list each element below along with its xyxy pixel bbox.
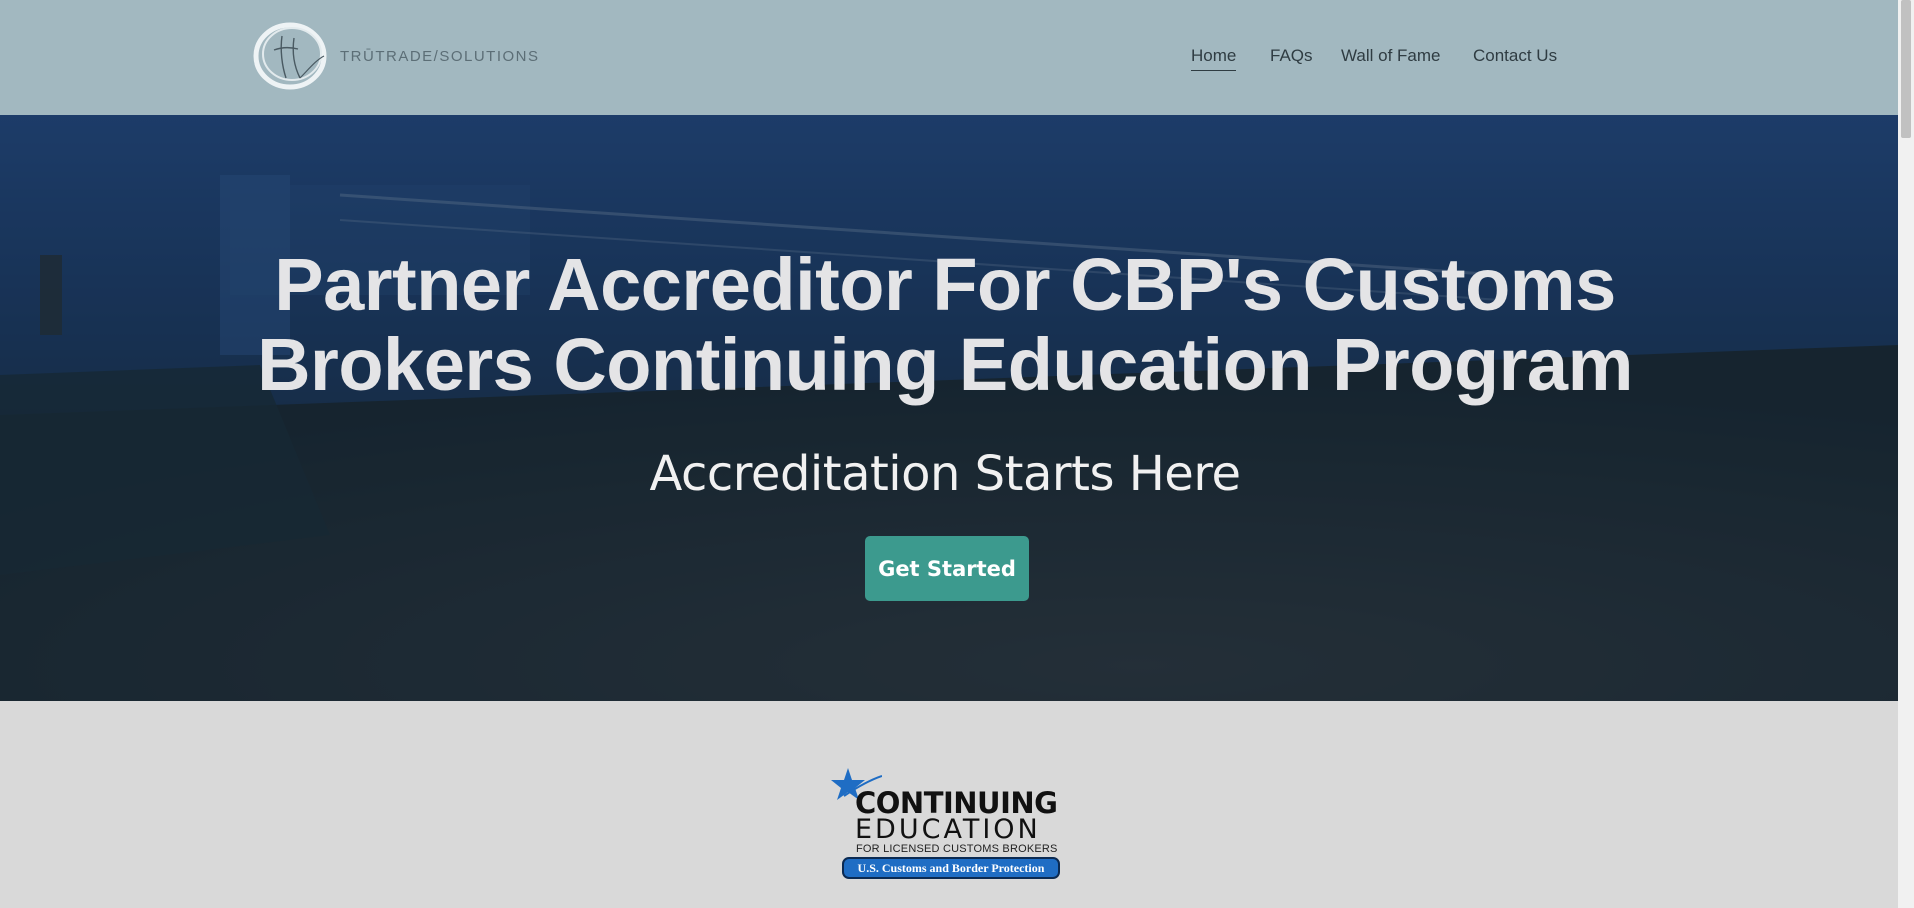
scrollbar-thumb[interactable] [1901, 0, 1911, 138]
nav-home[interactable]: Home [1191, 46, 1237, 71]
hero-title: Partner Accreditor For CBP's Customs Bro… [257, 243, 1633, 406]
get-started-button[interactable]: Get Started [865, 536, 1029, 601]
site-header: TRŪTRADE/SOLUTIONS Home FAQs Wall of Fam… [0, 0, 1898, 115]
hero-subtitle: Accreditation Starts Here [649, 446, 1241, 502]
hero-overlay [0, 115, 1898, 701]
main-nav: Home FAQs Wall of Fame Contact Us [0, 46, 1898, 76]
badge-cbp-pill: U.S. Customs and Border Protection [842, 857, 1060, 879]
hero-section: Partner Accreditor For CBP's Customs Bro… [0, 115, 1898, 701]
nav-wall-of-fame[interactable]: Wall of Fame [1341, 46, 1441, 70]
page-scrollbar[interactable] [1898, 0, 1914, 908]
continuing-education-badge: CONTINUING EDUCATION FOR LICENSED CUSTOM… [830, 766, 1062, 886]
badge-line-brokers: FOR LICENSED CUSTOMS BROKERS [856, 843, 1058, 855]
badge-line-education: EDUCATION [855, 814, 1041, 845]
nav-contact-us[interactable]: Contact Us [1473, 46, 1557, 70]
nav-faqs[interactable]: FAQs [1270, 46, 1313, 70]
